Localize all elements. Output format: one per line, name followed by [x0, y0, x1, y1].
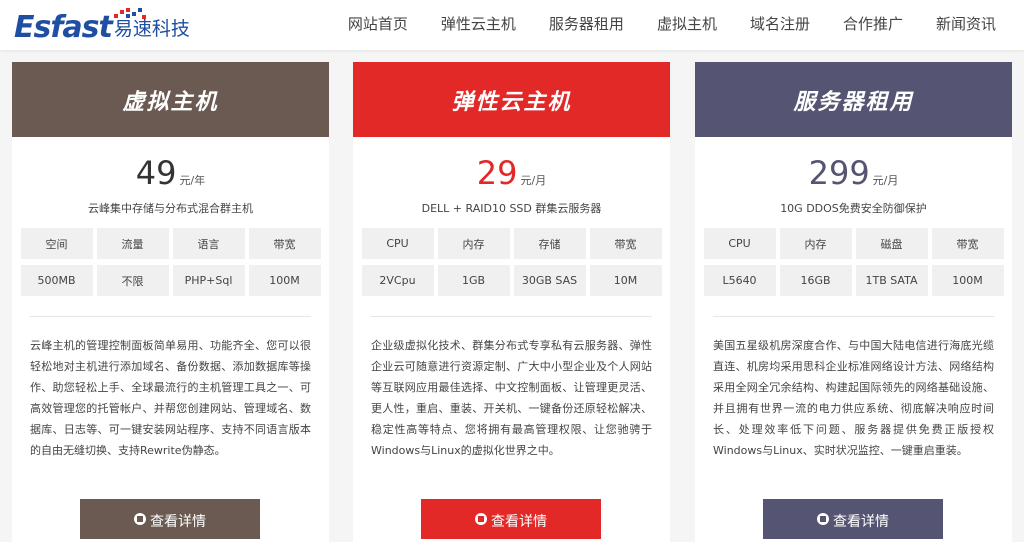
spec-value: 1TB SATA	[855, 265, 928, 296]
price-value: 29	[476, 154, 518, 192]
card-title: 弹性云主机	[451, 89, 572, 115]
details-icon	[475, 513, 487, 525]
card-header: 虚拟主机	[12, 62, 329, 137]
spec-label: CPU	[361, 228, 434, 259]
divider	[30, 316, 311, 317]
site-header: Esfast 易速科技 网站首页 弹性云主机 服务器租用 虚拟主机 域名注册 合…	[0, 0, 1024, 50]
spec-label: 空间	[20, 228, 93, 259]
spec-value: 100M	[931, 265, 1004, 296]
card-subtitle: 10G DDOS免费安全防御保护	[780, 202, 927, 215]
spec-label: 带宽	[931, 228, 1004, 259]
spec-label: 存储	[513, 228, 586, 259]
product-card-server-rental: 服务器租用 299 元/月 10G DDOS免费安全防御保护 CPU 内存 磁盘 …	[695, 62, 1012, 542]
spec-value: L5640	[703, 265, 776, 296]
spec-value: 30GB SAS	[513, 265, 586, 296]
nav-server-rental[interactable]: 服务器租用	[549, 0, 624, 50]
card-title: 服务器租用	[793, 89, 914, 115]
spec-label: 带宽	[589, 228, 662, 259]
divider	[371, 316, 652, 317]
nav-home[interactable]: 网站首页	[348, 0, 408, 50]
card-header: 服务器租用	[695, 62, 1012, 137]
price-unit: 元/月	[520, 174, 547, 187]
nav-cloud-host[interactable]: 弹性云主机	[441, 0, 516, 50]
spec-value: 1GB	[437, 265, 510, 296]
spec-value: PHP+Sql	[172, 265, 245, 296]
card-subtitle: DELL + RAID10 SSD 群集云服务器	[421, 202, 602, 215]
spec-grid: CPU 内存 存储 带宽 2VCpu 1GB 30GB SAS 10M	[353, 228, 670, 296]
spec-value: 16GB	[779, 265, 852, 296]
spec-label: 内存	[779, 228, 852, 259]
logo-text-en: Esfast	[14, 10, 113, 45]
nav-domain[interactable]: 域名注册	[750, 0, 810, 50]
spec-value: 100M	[248, 265, 321, 296]
spec-value: 不限	[96, 265, 169, 296]
details-button[interactable]: 查看详情	[421, 499, 601, 539]
price-unit: 元/年	[179, 174, 206, 187]
price: 29 元/月	[353, 155, 670, 191]
price: 49 元/年	[12, 155, 329, 191]
main-nav: 网站首页 弹性云主机 服务器租用 虚拟主机 域名注册 合作推广 新闻资讯	[315, 0, 996, 50]
spec-grid: CPU 内存 磁盘 带宽 L5640 16GB 1TB SATA 100M	[695, 228, 1012, 296]
details-button[interactable]: 查看详情	[80, 499, 260, 539]
spec-label: 流量	[96, 228, 169, 259]
nav-virtual-host[interactable]: 虚拟主机	[657, 0, 717, 50]
spec-label: 磁盘	[855, 228, 928, 259]
price-value: 49	[135, 154, 177, 192]
logo[interactable]: Esfast 易速科技	[14, 7, 190, 45]
spec-label: 内存	[437, 228, 510, 259]
nav-news[interactable]: 新闻资讯	[936, 0, 996, 50]
card-description: 企业级虚拟化技术、群集分布式专享私有云服务器、弹性企业云可随意进行资源定制、广大…	[371, 339, 652, 457]
spec-label: 语言	[172, 228, 245, 259]
price: 299 元/月	[695, 155, 1012, 191]
spec-grid: 空间 流量 语言 带宽 500MB 不限 PHP+Sql 100M	[12, 228, 329, 296]
spec-value: 10M	[589, 265, 662, 296]
details-icon	[817, 513, 829, 525]
details-button-label: 查看详情	[150, 514, 206, 530]
product-card-cloud-host: 弹性云主机 29 元/月 DELL + RAID10 SSD 群集云服务器 CPU…	[353, 62, 670, 542]
details-button-label: 查看详情	[833, 514, 889, 530]
details-button-label: 查看详情	[491, 514, 547, 530]
details-icon	[134, 513, 146, 525]
details-button[interactable]: 查看详情	[763, 499, 943, 539]
card-subtitle: 云峰集中存储与分布式混合群主机	[88, 202, 253, 215]
product-card-virtual-host: 虚拟主机 49 元/年 云峰集中存储与分布式混合群主机 空间 流量 语言 带宽 5…	[12, 62, 329, 542]
divider	[713, 316, 994, 317]
nav-partner[interactable]: 合作推广	[843, 0, 903, 50]
card-header: 弹性云主机	[353, 62, 670, 137]
spec-label: CPU	[703, 228, 776, 259]
card-title: 虚拟主机	[122, 89, 219, 115]
spec-label: 带宽	[248, 228, 321, 259]
price-unit: 元/月	[872, 174, 899, 187]
spec-value: 500MB	[20, 265, 93, 296]
logo-dots-icon	[114, 8, 146, 19]
card-description: 美国五星级机房深度合作、与中国大陆电信进行海底光缆直连、机房均采用思科企业标准网…	[713, 339, 994, 457]
spec-value: 2VCpu	[361, 265, 434, 296]
price-value: 299	[808, 154, 870, 192]
card-description: 云峰主机的管理控制面板简单易用、功能齐全、您可以很轻松地对主机进行添加域名、备份…	[30, 339, 311, 457]
